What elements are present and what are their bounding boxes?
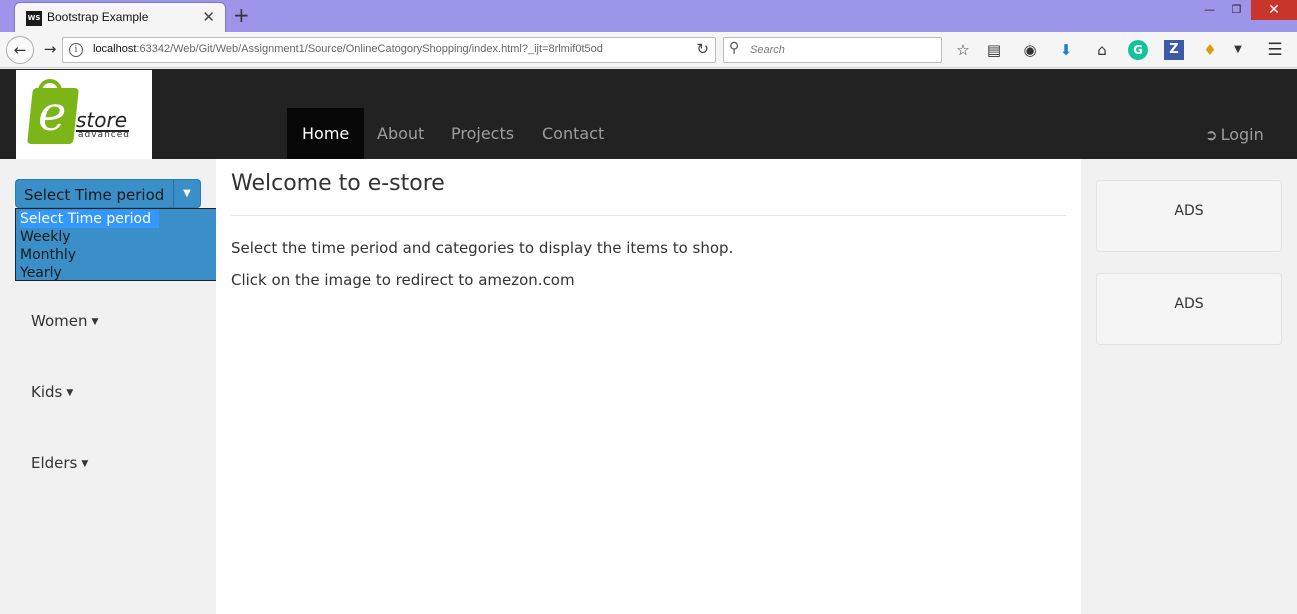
url-text[interactable]: localhost:63342/Web/Git/Web/Assignment1/… bbox=[93, 43, 683, 55]
time-option-monthly[interactable]: Monthly bbox=[20, 246, 76, 264]
login-link[interactable]: ➲ Login bbox=[1205, 125, 1264, 144]
ad-label: ADS bbox=[1174, 203, 1204, 219]
main-content: Welcome to e-store Select the time perio… bbox=[216, 159, 1081, 614]
caret-down-icon: ▼ bbox=[66, 388, 74, 398]
zotero-icon[interactable]: Z bbox=[1164, 40, 1184, 60]
caret-down-icon: ▼ bbox=[91, 317, 99, 327]
reload-icon[interactable]: ↻ bbox=[696, 40, 709, 58]
login-icon: ➲ bbox=[1205, 126, 1218, 144]
category-elders[interactable]: Elders ▼ bbox=[31, 454, 88, 472]
bookmark-star-icon[interactable]: ☆ bbox=[953, 40, 973, 60]
webstorm-favicon-icon: WS bbox=[26, 11, 42, 26]
caret-down-icon: ▼ bbox=[81, 459, 89, 469]
browser-title-bar: WS Bootstrap Example ✕ + — ❐ ✕ bbox=[0, 0, 1297, 32]
category-women[interactable]: Women ▼ bbox=[31, 312, 98, 330]
ad-box[interactable]: ADS bbox=[1096, 180, 1282, 252]
page-title: Welcome to e-store bbox=[231, 171, 445, 196]
window-minimize-icon[interactable]: — bbox=[1195, 0, 1224, 20]
extension-dropdown-icon[interactable]: ▼ bbox=[1228, 40, 1248, 60]
category-kids[interactable]: Kids ▼ bbox=[31, 383, 73, 401]
nav-home[interactable]: Home bbox=[287, 108, 365, 159]
back-arrow-icon[interactable]: ← bbox=[6, 36, 34, 64]
time-option-select[interactable]: Select Time period bbox=[20, 210, 159, 228]
time-period-select-label: Select Time period bbox=[24, 186, 165, 204]
forward-arrow-icon[interactable]: → bbox=[36, 36, 64, 64]
reading-list-icon[interactable]: ▤ bbox=[984, 40, 1004, 60]
search-placeholder: Search bbox=[750, 44, 785, 56]
nav-contact[interactable]: Contact bbox=[527, 108, 619, 159]
logo-advanced-text: advanced bbox=[78, 130, 130, 140]
tab-close-icon[interactable]: ✕ bbox=[202, 8, 215, 26]
hamburger-menu-icon[interactable]: ☰ bbox=[1265, 40, 1285, 60]
instructions-text: Select the time period and categories to… bbox=[231, 239, 734, 257]
time-period-select[interactable]: Select Time period ▼ bbox=[15, 179, 201, 208]
left-sidebar: Select Time period ▼ Select Time period … bbox=[0, 159, 220, 614]
ad-label: ADS bbox=[1174, 296, 1204, 312]
home-icon[interactable]: ⌂ bbox=[1092, 40, 1112, 60]
right-sidebar: ADS ADS bbox=[1081, 159, 1297, 614]
search-bar[interactable]: ⚲ Search bbox=[723, 37, 942, 63]
window-maximize-icon[interactable]: ❐ bbox=[1222, 0, 1251, 20]
ad-box[interactable]: ADS bbox=[1096, 273, 1282, 345]
time-option-yearly[interactable]: Yearly bbox=[20, 264, 62, 282]
pocket-icon[interactable]: ◉ bbox=[1020, 40, 1040, 60]
time-period-dropdown: Select Time period Weekly Monthly Yearly bbox=[15, 208, 220, 281]
browser-tab[interactable]: WS Bootstrap Example ✕ bbox=[14, 2, 226, 32]
login-label: Login bbox=[1220, 125, 1264, 144]
search-icon: ⚲ bbox=[729, 40, 740, 56]
nav-about[interactable]: About bbox=[362, 108, 439, 159]
estore-logo[interactable]: e store advanced bbox=[16, 70, 152, 159]
nav-projects[interactable]: Projects bbox=[436, 108, 529, 159]
tab-title: Bootstrap Example bbox=[47, 10, 149, 24]
logo-e: e bbox=[38, 86, 67, 142]
grammarly-icon[interactable]: G bbox=[1128, 40, 1148, 60]
new-tab-icon[interactable]: + bbox=[233, 4, 250, 26]
info-icon[interactable]: i bbox=[69, 43, 83, 57]
caret-down-icon[interactable]: ▼ bbox=[173, 180, 200, 207]
browser-toolbar: ← → i localhost:63342/Web/Git/Web/Assign… bbox=[0, 32, 1297, 68]
url-bar[interactable]: i localhost:63342/Web/Git/Web/Assignment… bbox=[62, 37, 716, 63]
window-close-icon[interactable]: ✕ bbox=[1251, 0, 1297, 20]
logo-store-text: store bbox=[76, 108, 130, 132]
title-divider bbox=[231, 215, 1066, 216]
time-option-weekly[interactable]: Weekly bbox=[20, 228, 71, 246]
site-navbar: e store advanced Home About Projects Con… bbox=[0, 69, 1297, 159]
redirect-note-text: Click on the image to redirect to amezon… bbox=[231, 271, 575, 289]
extension-icon[interactable]: ♦ bbox=[1200, 40, 1220, 60]
download-icon[interactable]: ⬇ bbox=[1056, 40, 1076, 60]
